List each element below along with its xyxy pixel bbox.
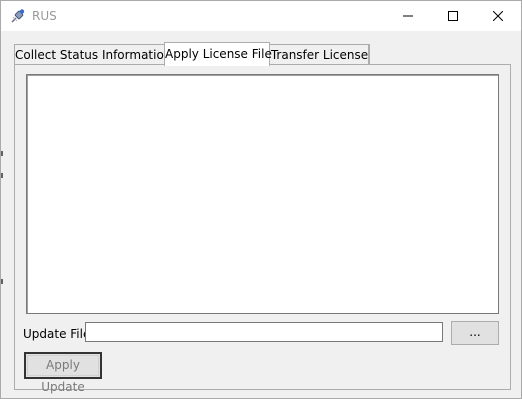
update-file-label: Update File: [23, 327, 91, 341]
satellite-icon: [10, 8, 26, 24]
maximize-icon: [448, 11, 458, 21]
close-button[interactable]: [475, 1, 521, 31]
apply-license-panel: Update File ... Apply Update: [14, 64, 511, 394]
client-area: Collect Status Information Apply License…: [1, 31, 521, 398]
maximize-button[interactable]: [430, 1, 476, 31]
close-icon: [493, 11, 503, 21]
minimize-icon: [403, 11, 413, 21]
tab-collect-status[interactable]: Collect Status Information: [14, 44, 171, 64]
tab-apply-license[interactable]: Apply License File: [164, 42, 272, 66]
left-edge-marks: [1, 121, 4, 284]
browse-button[interactable]: ...: [451, 321, 499, 345]
apply-update-button[interactable]: Apply Update: [24, 352, 102, 394]
tab-transfer-license[interactable]: Transfer License: [270, 44, 370, 64]
minimize-button[interactable]: [385, 1, 431, 31]
title-bar[interactable]: RUS: [1, 1, 521, 31]
license-text-area[interactable]: [26, 74, 499, 314]
window-title: RUS: [32, 9, 57, 23]
update-file-input[interactable]: [85, 322, 443, 342]
rus-window: RUS Collect Status Information Apply Lic…: [0, 0, 522, 399]
